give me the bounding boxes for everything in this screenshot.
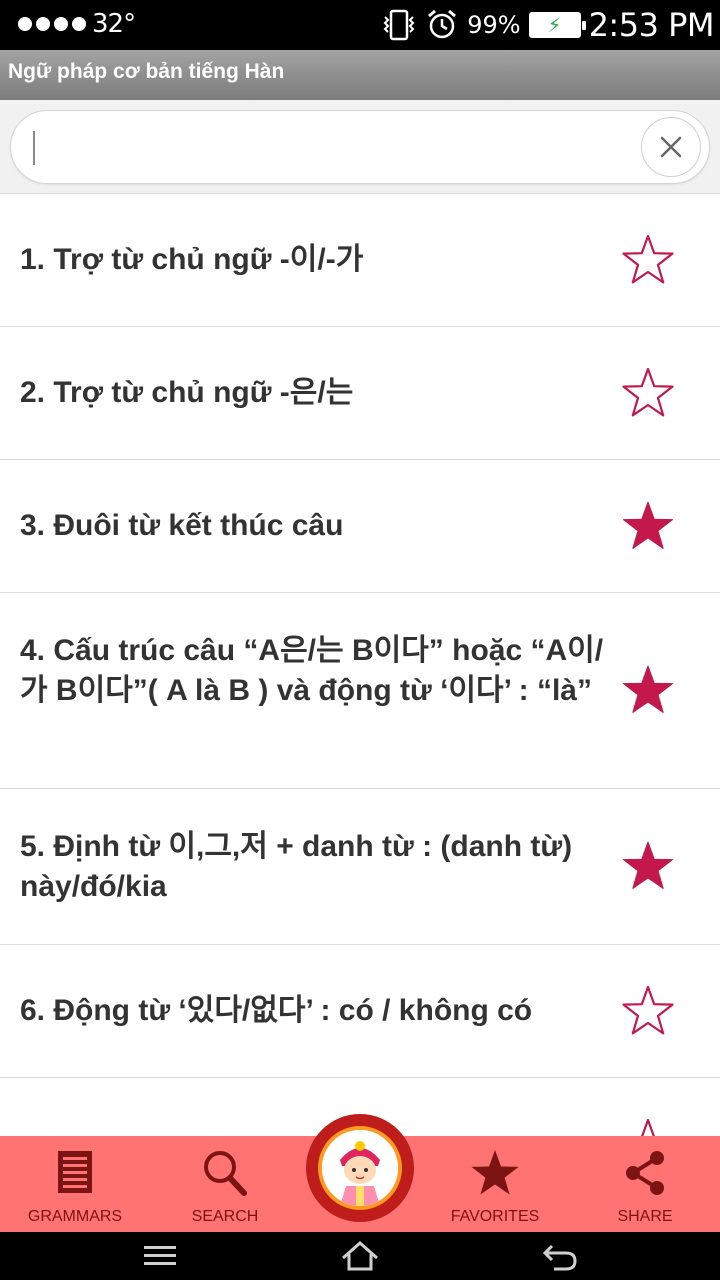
document-list-icon (58, 1151, 92, 1193)
grammar-list: 1. Trợ từ chủ ngữ -이/-가 2. Trợ từ chủ ng… (0, 194, 720, 1136)
list-item[interactable]: 4. Cấu trúc câu “A은/는 B이다” hoặc “A이/가 B이… (0, 593, 720, 789)
grammar-title: 3. Đuôi từ kết thúc câu (20, 509, 344, 542)
page-title: Ngữ pháp cơ bản tiếng Hàn (8, 60, 285, 83)
list-item[interactable]: 6. Động từ ‘있다/없다’ : có / không có (0, 945, 720, 1078)
home-mascot-button[interactable] (306, 1114, 414, 1222)
close-icon (660, 136, 682, 158)
nav-share[interactable]: SHARE (575, 1136, 715, 1232)
favorite-star-icon[interactable] (621, 985, 675, 1037)
nav-grammars-label: GRAMMARS (27, 1208, 123, 1225)
menu-icon[interactable] (140, 1238, 180, 1274)
mascot-avatar (318, 1126, 402, 1210)
app-screen: 32° 99% ⚡ 2:53 PM Ngữ pháp cơ bản tiếng … (0, 0, 720, 1280)
text-cursor (33, 131, 35, 165)
back-icon[interactable] (540, 1238, 580, 1274)
temperature-text: 32° (92, 9, 136, 39)
nav-favorites-label: FAVORITES (450, 1208, 540, 1225)
grammar-title: 5. Định từ 이,그,저 + danh từ : (danh từ) n… (20, 830, 573, 903)
system-navigation-bar (0, 1232, 720, 1280)
list-item[interactable]: 2. Trợ từ chủ ngữ -은/는 (0, 327, 720, 460)
list-item[interactable]: 3. Đuôi từ kết thúc câu (0, 460, 720, 593)
grammar-title: 1. Trợ từ chủ ngữ -이/-가 (20, 243, 364, 276)
signal-strength-icon (18, 17, 86, 31)
favorite-star-icon[interactable] (621, 367, 675, 419)
nav-share-label: SHARE (617, 1208, 673, 1225)
grammar-title: 4. Cấu trúc câu “A은/는 B이다” hoặc “A이/가 B이… (20, 634, 604, 707)
list-item[interactable]: 1. Trợ từ chủ ngữ -이/-가 (0, 194, 720, 327)
clear-search-button[interactable] (641, 117, 701, 177)
nav-grammars[interactable]: GRAMMARS (5, 1136, 145, 1232)
grammar-title: 6. Động từ ‘있다/없다’ : có / không có (20, 994, 533, 1027)
battery-charging-icon: ⚡ (528, 12, 586, 38)
battery-percent-text: 99% (467, 11, 521, 39)
clock-time: 2:53 PM (588, 6, 715, 44)
status-right-group: 99% ⚡ 2:53 PM (381, 6, 715, 44)
search-icon (204, 1151, 247, 1196)
nav-search[interactable]: SEARCH (155, 1136, 295, 1232)
list-item[interactable]: 5. Định từ 이,그,저 + danh từ : (danh từ) n… (0, 789, 720, 945)
favorite-star-icon[interactable] (621, 840, 675, 892)
alarm-clock-icon (428, 9, 457, 39)
grammar-title: 2. Trợ từ chủ ngữ -은/는 (20, 376, 354, 409)
status-bar: 32° 99% ⚡ 2:53 PM (0, 0, 720, 50)
nav-search-label: SEARCH (191, 1208, 259, 1225)
app-title-bar: Ngữ pháp cơ bản tiếng Hàn (0, 50, 720, 100)
vibrate-icon (383, 9, 415, 41)
favorite-star-icon[interactable] (621, 664, 675, 716)
mascot-girl-icon (322, 1130, 398, 1206)
share-icon (626, 1151, 664, 1195)
favorite-star-icon[interactable] (621, 1118, 675, 1136)
star-icon (471, 1149, 519, 1195)
search-input[interactable] (33, 127, 633, 167)
nav-favorites[interactable]: FAVORITES (425, 1136, 565, 1232)
search-box (10, 110, 710, 184)
favorite-star-icon[interactable] (621, 500, 675, 552)
favorite-star-icon[interactable] (621, 234, 675, 286)
home-icon[interactable] (340, 1238, 380, 1274)
search-bar (0, 100, 720, 194)
